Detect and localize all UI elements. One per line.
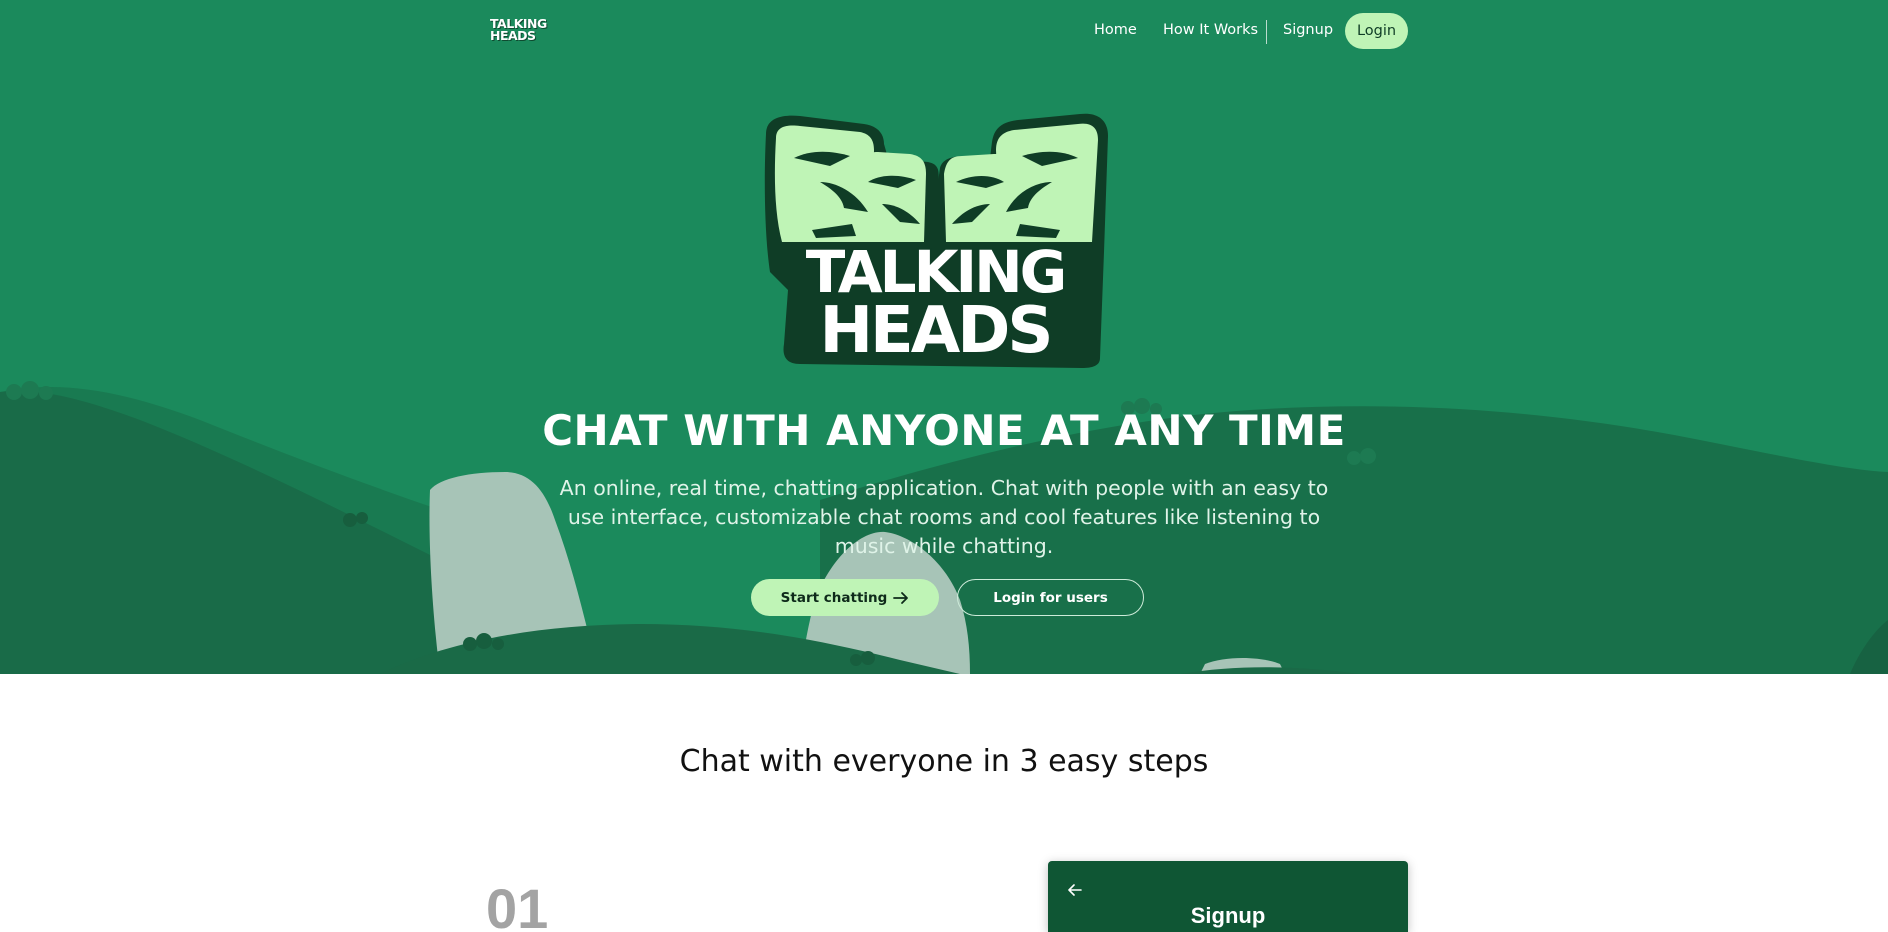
arrow-left-icon [1068, 884, 1082, 896]
nav-home-link[interactable]: Home [1094, 22, 1137, 38]
nav-divider [1266, 20, 1267, 44]
start-chatting-label: Start chatting [780, 589, 888, 606]
step-number: 01 [486, 877, 549, 932]
brand-line2: HEADS [490, 28, 536, 43]
top-navbar: TALKING HEADS Home How It Works Signup L… [0, 0, 1888, 64]
steps-section-title: Chat with everyone in 3 easy steps [679, 744, 1209, 779]
hero-title: CHAT WITH ANYONE AT ANY TIME [542, 406, 1346, 455]
start-chatting-button[interactable]: Start chatting [751, 579, 939, 616]
hero-subtitle: An online, real time, chatting applicati… [559, 476, 1329, 558]
nav-signup-link[interactable]: Signup [1283, 22, 1333, 38]
signup-card: Signup [1048, 861, 1408, 932]
logo-line2: HEADS [819, 294, 1050, 368]
login-for-users-button[interactable]: Login for users [957, 579, 1144, 616]
back-button[interactable] [1068, 881, 1082, 900]
nav-login-button[interactable]: Login [1345, 13, 1408, 49]
hero-section: TALKING HEADS Home How It Works Signup L… [0, 0, 1888, 674]
talking-heads-logo: TALKING HEADS [764, 113, 1108, 368]
brand-logo[interactable]: TALKING HEADS [490, 17, 556, 43]
nav-how-it-works-link[interactable]: How It Works [1163, 22, 1258, 38]
arrow-right-icon [893, 591, 909, 604]
signup-card-title: Signup [1190, 903, 1266, 928]
